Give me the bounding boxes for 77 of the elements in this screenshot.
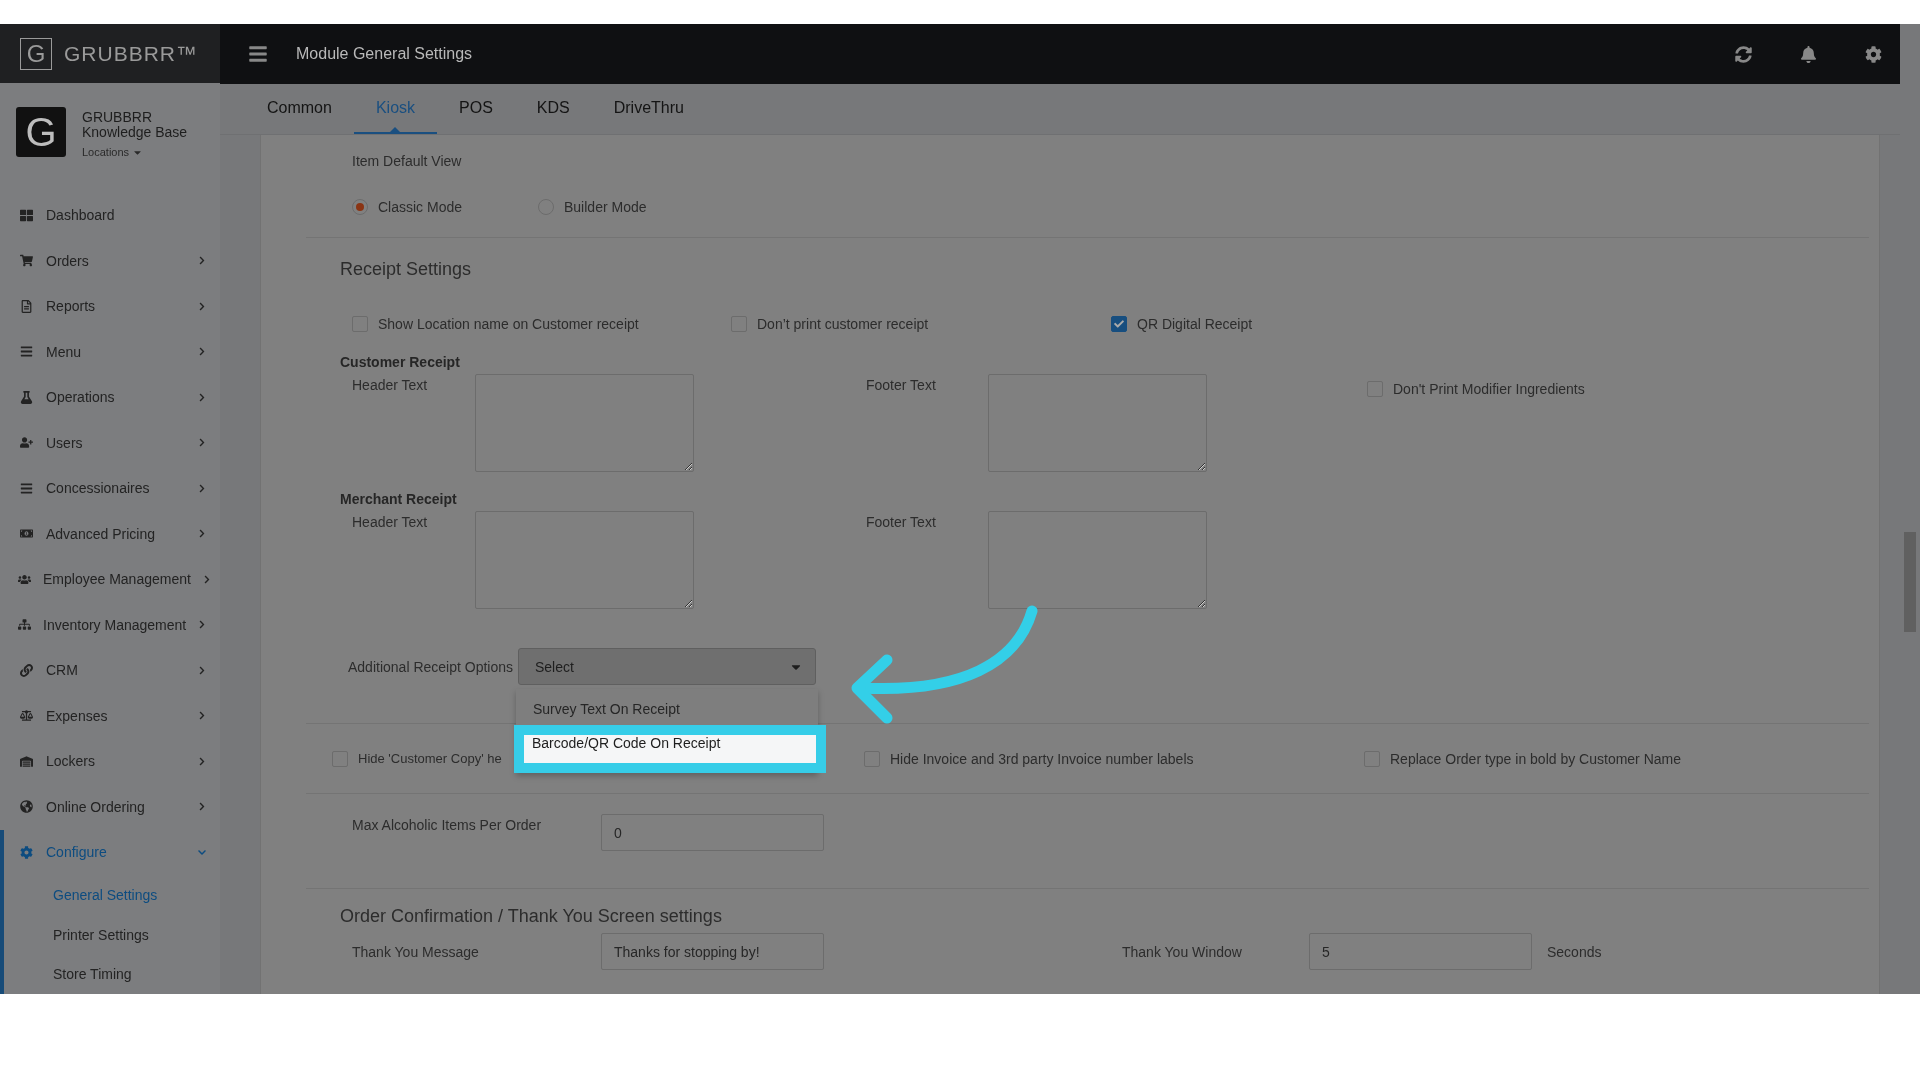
page-title: Module General Settings	[296, 45, 474, 63]
field-label: Thank You Window	[1122, 943, 1243, 960]
radio-label: Builder Mode	[564, 199, 647, 215]
sidebar-item[interactable]: Online Ordering	[0, 784, 220, 830]
field-label: Footer Text	[866, 514, 937, 530]
locations-dropdown[interactable]: Locations	[82, 146, 144, 159]
sidebar-item[interactable]: Expenses	[0, 693, 220, 739]
select-dropdown[interactable]: Select	[518, 648, 816, 685]
menu-icon	[18, 345, 34, 359]
field-label: Max Alcoholic Items Per Order	[352, 817, 543, 833]
checkbox-label: Don’t print customer receipt	[757, 316, 929, 332]
sidebar-item[interactable]: Users	[0, 420, 220, 466]
checkbox[interactable]	[1111, 316, 1127, 332]
menu-icon[interactable]	[248, 44, 268, 64]
header-text-field[interactable]	[475, 511, 694, 609]
sidebar-item[interactable]: Concessionaires	[0, 465, 220, 512]
user-plus-icon	[18, 436, 34, 450]
radio-label: Classic Mode	[378, 199, 463, 215]
checkbox-label: Replace Order type in bold by Customer Name	[1390, 750, 1682, 767]
number-field[interactable]: 0	[601, 814, 824, 851]
header-text-field[interactable]	[475, 374, 694, 472]
building-icon	[18, 754, 34, 768]
grid-icon	[18, 208, 34, 222]
sidebar-item[interactable]: Lockers	[0, 738, 220, 785]
section-heading: Order Confirmation / Thank You Screen settings	[340, 906, 723, 927]
sidebar-item[interactable]: Advanced Pricing	[0, 511, 220, 557]
hierarchy-icon	[18, 618, 31, 632]
sidebar-item[interactable]: Employee Management	[0, 556, 220, 603]
sidebar-item[interactable]: Menu	[0, 329, 220, 375]
checkbox-label: Show Location name on Customer receipt	[378, 316, 639, 332]
brand-name: GRUBBRR™	[64, 41, 198, 66]
menu-option[interactable]: Barcode/QR Code On Receipt	[514, 725, 826, 773]
text-field[interactable]: Thanks for stopping by!	[601, 933, 824, 970]
list-icon	[18, 481, 34, 495]
checkbox-label: Don't Print Modifier Ingredients	[1393, 381, 1585, 397]
menu-option[interactable]: Survey Text On Receipt	[516, 697, 818, 725]
sidebar-item[interactable]: Operations	[0, 374, 220, 421]
checkbox-label: Hide Invoice and 3rd party Invoice number labels	[890, 750, 1194, 767]
org-avatar: G	[16, 107, 66, 158]
check-icon	[1114, 319, 1124, 329]
group-title: Merchant Receipt	[340, 491, 458, 507]
section-heading: Receipt Settings	[340, 259, 473, 280]
checkbox-label: Hide 'Customer Copy' he	[358, 751, 502, 766]
footer-text-field[interactable]	[988, 511, 1207, 609]
sidebar-item[interactable]: Reports	[0, 283, 220, 329]
sidebar-item[interactable]: Inventory Management	[0, 602, 220, 648]
footer-text-field[interactable]	[988, 374, 1207, 472]
field-label: Footer Text	[866, 377, 937, 393]
tab[interactable]: KDS	[514, 84, 592, 134]
logo-mark: G	[20, 37, 52, 70]
cart-icon	[18, 254, 34, 268]
link-icon	[18, 663, 34, 677]
people-icon	[18, 572, 31, 586]
refresh-icon[interactable]	[1735, 45, 1752, 63]
org-name: GRUBBRR Knowledge Base	[82, 110, 189, 141]
checkbox-label: QR Digital Receipt	[1137, 316, 1253, 332]
field-label: Additional Receipt Options	[348, 658, 514, 675]
field-label: Header Text	[352, 514, 429, 530]
group-title: Customer Receipt	[340, 354, 461, 370]
scale-icon	[18, 709, 34, 723]
globe-icon	[18, 800, 34, 814]
flask-icon	[18, 390, 34, 404]
field-label: Thank You Message	[352, 943, 480, 960]
field-label: Header Text	[352, 377, 429, 393]
sidebar-item[interactable]: CRM	[0, 647, 220, 694]
sidebar-item[interactable]: Orders	[0, 238, 220, 284]
field-label: Item Default View	[352, 153, 463, 169]
sidebar-item[interactable]: Dashboard	[0, 192, 220, 238]
settings-icon	[18, 845, 34, 859]
number-field[interactable]: 5	[1309, 933, 1532, 970]
tab[interactable]: Common	[245, 84, 354, 134]
scrollbar-thumb[interactable]	[1904, 532, 1916, 632]
settings-icon[interactable]	[1865, 45, 1882, 63]
tab[interactable]: POS	[437, 84, 515, 134]
tab[interactable]: DriveThru	[591, 84, 706, 134]
unit-label: Seconds	[1547, 943, 1602, 960]
bell-icon[interactable]	[1800, 45, 1817, 63]
